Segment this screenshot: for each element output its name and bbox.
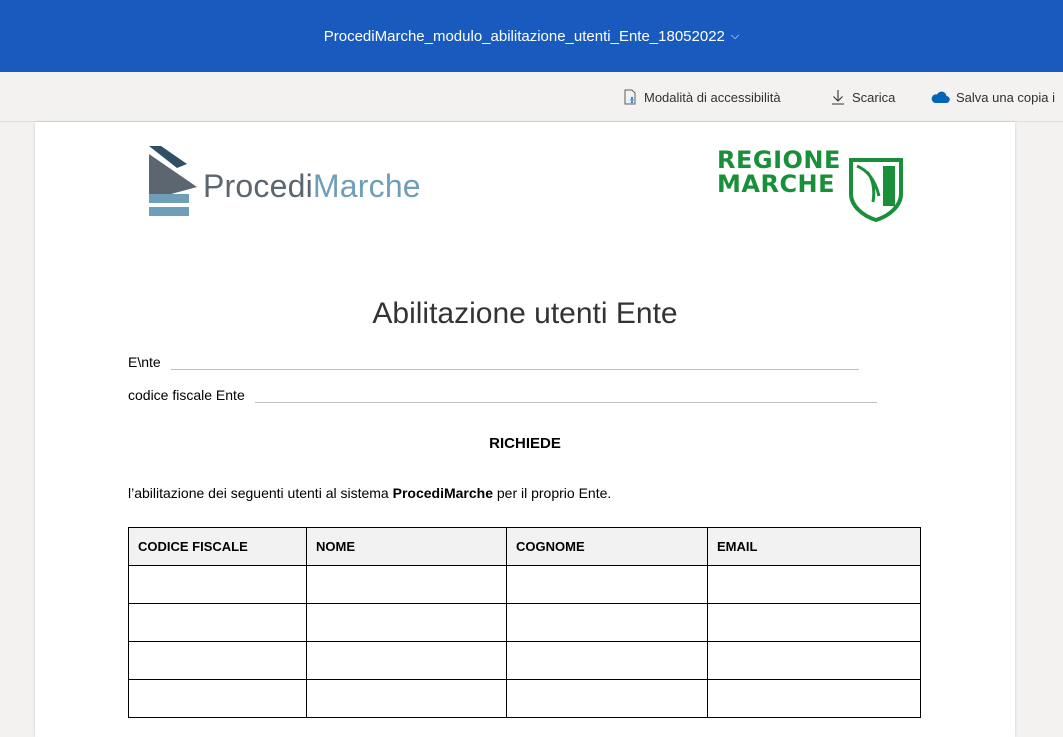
document-page: ProcediMarche REGIONE MARCHE Abilitazion… bbox=[35, 122, 1015, 737]
download-icon bbox=[832, 90, 844, 105]
toolbar: Modalità di accessibilità Scarica Salva … bbox=[0, 72, 1063, 122]
table-cell bbox=[506, 641, 708, 680]
cf-ente-field: codice fiscale Ente bbox=[128, 387, 877, 403]
table-cell bbox=[128, 679, 307, 718]
table-cell bbox=[707, 679, 921, 718]
table-cell bbox=[707, 603, 921, 642]
accessibility-icon bbox=[624, 89, 636, 105]
download-label: Scarica bbox=[852, 89, 896, 105]
ente-field: E\nte bbox=[128, 354, 859, 370]
document-filename[interactable]: ProcediMarche_modulo_abilitazione_utenti… bbox=[324, 28, 725, 45]
table-cell bbox=[707, 565, 921, 604]
header-email: EMAIL bbox=[707, 527, 921, 566]
header-nome: NOME bbox=[306, 527, 507, 566]
accessibility-mode-button[interactable]: Modalità di accessibilità bbox=[622, 72, 781, 122]
table-cell bbox=[128, 603, 307, 642]
procedimarche-logo-text: ProcediMarche bbox=[203, 168, 421, 204]
header-cognome: COGNOME bbox=[506, 527, 708, 566]
system-name: ProcediMarche bbox=[392, 485, 493, 501]
accessibility-mode-label: Modalità di accessibilità bbox=[644, 89, 781, 105]
table-cell bbox=[506, 565, 708, 604]
table-cell bbox=[306, 641, 507, 680]
table-cell bbox=[128, 641, 307, 680]
table-row bbox=[128, 641, 921, 680]
save-copy-button[interactable]: Salva una copia i bbox=[930, 72, 1055, 122]
cf-ente-label: codice fiscale Ente bbox=[128, 387, 245, 403]
ente-input-line bbox=[170, 356, 859, 370]
table-row bbox=[128, 679, 921, 718]
intro-paragraph: l’abilitazione dei seguenti utenti al si… bbox=[128, 485, 612, 501]
document-heading: Abilitazione utenti Ente bbox=[372, 297, 678, 330]
table-cell bbox=[128, 565, 307, 604]
ente-label: E\nte bbox=[128, 354, 161, 370]
cf-ente-input-line bbox=[254, 389, 877, 403]
onedrive-cloud-icon bbox=[931, 91, 950, 104]
table-cell bbox=[506, 679, 708, 718]
document-title-bar[interactable]: ProcediMarche_modulo_abilitazione_utenti… bbox=[0, 0, 1063, 72]
save-copy-label: Salva una copia i bbox=[956, 89, 1056, 105]
regione-marche-logo-text: REGIONE MARCHE bbox=[717, 146, 841, 198]
chevron-down-icon[interactable]: ⌵ bbox=[731, 30, 739, 43]
header-codice-fiscale: CODICE FISCALE bbox=[128, 527, 307, 566]
table-cell bbox=[306, 603, 507, 642]
download-button[interactable]: Scarica bbox=[830, 72, 895, 122]
table-row bbox=[128, 603, 921, 642]
table-cell bbox=[306, 679, 507, 718]
table-row bbox=[128, 565, 921, 604]
users-table: CODICE FISCALE NOME COGNOME EMAIL bbox=[128, 527, 921, 718]
table-cell bbox=[707, 641, 921, 680]
richiede-heading: RICHIEDE bbox=[489, 435, 561, 452]
table-header-row: CODICE FISCALE NOME COGNOME EMAIL bbox=[128, 527, 921, 566]
table-cell bbox=[306, 565, 507, 604]
table-cell bbox=[506, 603, 708, 642]
